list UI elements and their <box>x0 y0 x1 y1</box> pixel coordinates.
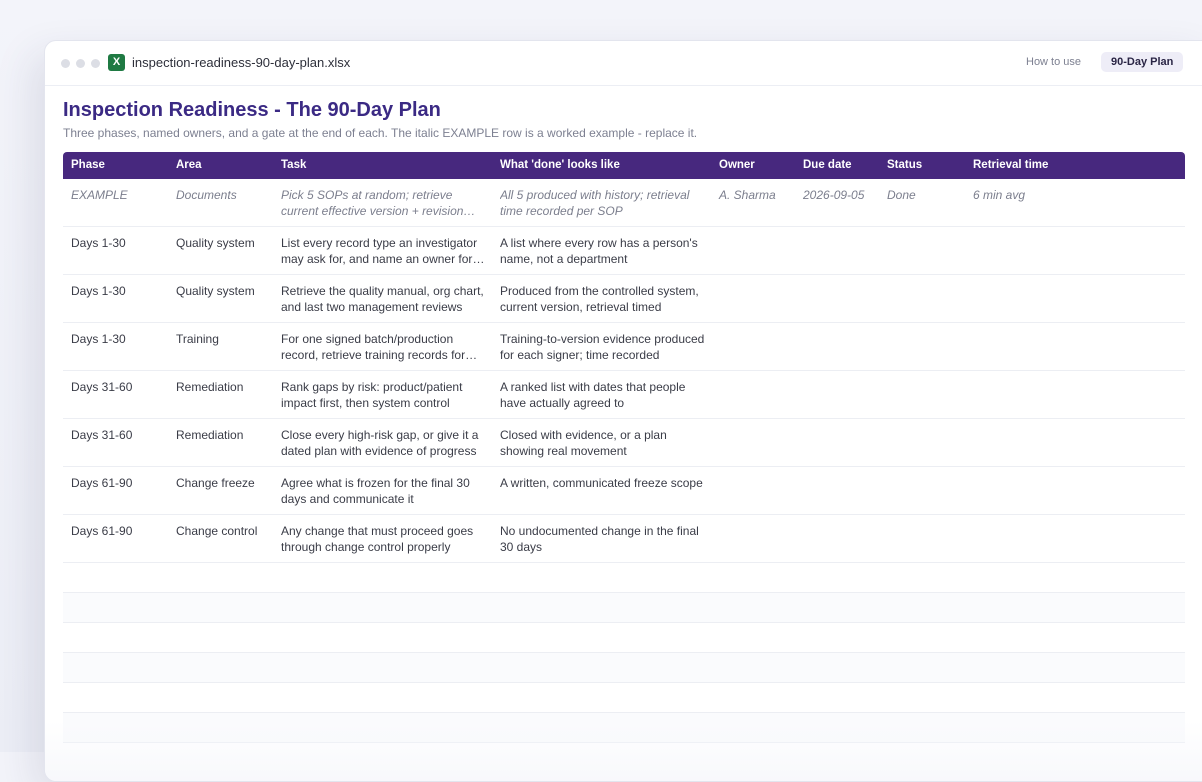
table-row: Days 1-30 Quality system Retrieve the qu… <box>63 275 1185 323</box>
page-subtitle: Three phases, named owners, and a gate a… <box>63 126 698 140</box>
column-header-area[interactable]: Area <box>176 159 276 171</box>
cell-task[interactable]: Any change that must proceed goes throug… <box>281 523 489 555</box>
empty-row[interactable] <box>63 713 1185 743</box>
empty-row[interactable] <box>63 593 1185 623</box>
cell-phase[interactable]: Days 31-60 <box>71 379 171 395</box>
table-row: Days 61-90 Change control Any change tha… <box>63 515 1185 563</box>
cell-area[interactable]: Remediation <box>176 427 276 443</box>
cell-done-criteria[interactable]: A ranked list with dates that people hav… <box>500 379 708 411</box>
cell-task[interactable]: Agree what is frozen for the final 30 da… <box>281 475 489 507</box>
cell-due-date[interactable]: 2026-09-05 <box>803 187 883 203</box>
cell-task[interactable]: Close every high-risk gap, or give it a … <box>281 427 489 459</box>
column-header-status[interactable]: Status <box>887 159 967 171</box>
cell-phase[interactable]: Days 1-30 <box>71 283 171 299</box>
page-title: Inspection Readiness - The 90-Day Plan <box>63 99 441 121</box>
window-controls <box>61 59 100 68</box>
empty-row[interactable] <box>63 563 1185 593</box>
maximize-window-dot[interactable] <box>91 59 100 68</box>
table-row: Days 61-90 Change freeze Agree what is f… <box>63 467 1185 515</box>
cell-retrieval-time[interactable]: 6 min avg <box>973 187 1093 203</box>
cell-phase[interactable]: EXAMPLE <box>71 187 171 203</box>
cell-task[interactable]: Pick 5 SOPs at random; retrieve current … <box>281 187 489 219</box>
title-bar: X inspection-readiness-90-day-plan.xlsx … <box>45 41 1202 86</box>
empty-row[interactable] <box>63 683 1185 713</box>
cell-done-criteria[interactable]: All 5 produced with history; retrieval t… <box>500 187 708 219</box>
cell-task[interactable]: Retrieve the quality manual, org chart, … <box>281 283 489 315</box>
plan-table: Phase Area Task What 'done' looks like O… <box>63 152 1185 743</box>
cell-done-criteria[interactable]: Training-to-version evidence produced fo… <box>500 331 708 363</box>
cell-task[interactable]: For one signed batch/production record, … <box>281 331 489 363</box>
table-row: Days 31-60 Remediation Rank gaps by risk… <box>63 371 1185 419</box>
table-row: Days 1-30 Training For one signed batch/… <box>63 323 1185 371</box>
empty-row[interactable] <box>63 653 1185 683</box>
cell-done-criteria[interactable]: A list where every row has a person's na… <box>500 235 708 267</box>
cell-phase[interactable]: Days 61-90 <box>71 475 171 491</box>
table-row: Days 1-30 Quality system List every reco… <box>63 227 1185 275</box>
close-window-dot[interactable] <box>61 59 70 68</box>
column-header-done-criteria[interactable]: What 'done' looks like <box>500 159 708 171</box>
file-name: inspection-readiness-90-day-plan.xlsx <box>132 55 351 70</box>
spreadsheet-window: X inspection-readiness-90-day-plan.xlsx … <box>44 40 1202 782</box>
column-header-task[interactable]: Task <box>281 159 489 171</box>
cell-area[interactable]: Training <box>176 331 276 347</box>
cell-phase[interactable]: Days 1-30 <box>71 331 171 347</box>
cell-area[interactable]: Documents <box>176 187 276 203</box>
cell-phase[interactable]: Days 1-30 <box>71 235 171 251</box>
column-header-retrieval-time[interactable]: Retrieval time <box>973 159 1093 171</box>
excel-icon: X <box>108 54 125 71</box>
cell-area[interactable]: Quality system <box>176 235 276 251</box>
minimize-window-dot[interactable] <box>76 59 85 68</box>
empty-row[interactable] <box>63 623 1185 653</box>
cell-task[interactable]: List every record type an investigator m… <box>281 235 489 267</box>
tab-90-day-plan[interactable]: 90-Day Plan <box>1101 52 1184 72</box>
cell-area[interactable]: Change control <box>176 523 276 539</box>
cell-done-criteria[interactable]: Produced from the controlled system, cur… <box>500 283 708 315</box>
cell-owner[interactable]: A. Sharma <box>719 187 799 203</box>
cell-task[interactable]: Rank gaps by risk: product/patient impac… <box>281 379 489 411</box>
cell-area[interactable]: Change freeze <box>176 475 276 491</box>
table-header-row: Phase Area Task What 'done' looks like O… <box>63 152 1185 179</box>
cell-phase[interactable]: Days 61-90 <box>71 523 171 539</box>
column-header-phase[interactable]: Phase <box>71 159 171 171</box>
cell-area[interactable]: Remediation <box>176 379 276 395</box>
tab-how-to-use[interactable]: How to use <box>1026 56 1081 68</box>
cell-done-criteria[interactable]: No undocumented change in the final 30 d… <box>500 523 708 555</box>
example-row: EXAMPLE Documents Pick 5 SOPs at random;… <box>63 179 1185 227</box>
column-header-owner[interactable]: Owner <box>719 159 799 171</box>
table-row: Days 31-60 Remediation Close every high-… <box>63 419 1185 467</box>
column-header-due-date[interactable]: Due date <box>803 159 883 171</box>
cell-status[interactable]: Done <box>887 187 967 203</box>
cell-done-criteria[interactable]: A written, communicated freeze scope <box>500 475 708 491</box>
cell-phase[interactable]: Days 31-60 <box>71 427 171 443</box>
cell-area[interactable]: Quality system <box>176 283 276 299</box>
cell-done-criteria[interactable]: Closed with evidence, or a plan showing … <box>500 427 708 459</box>
